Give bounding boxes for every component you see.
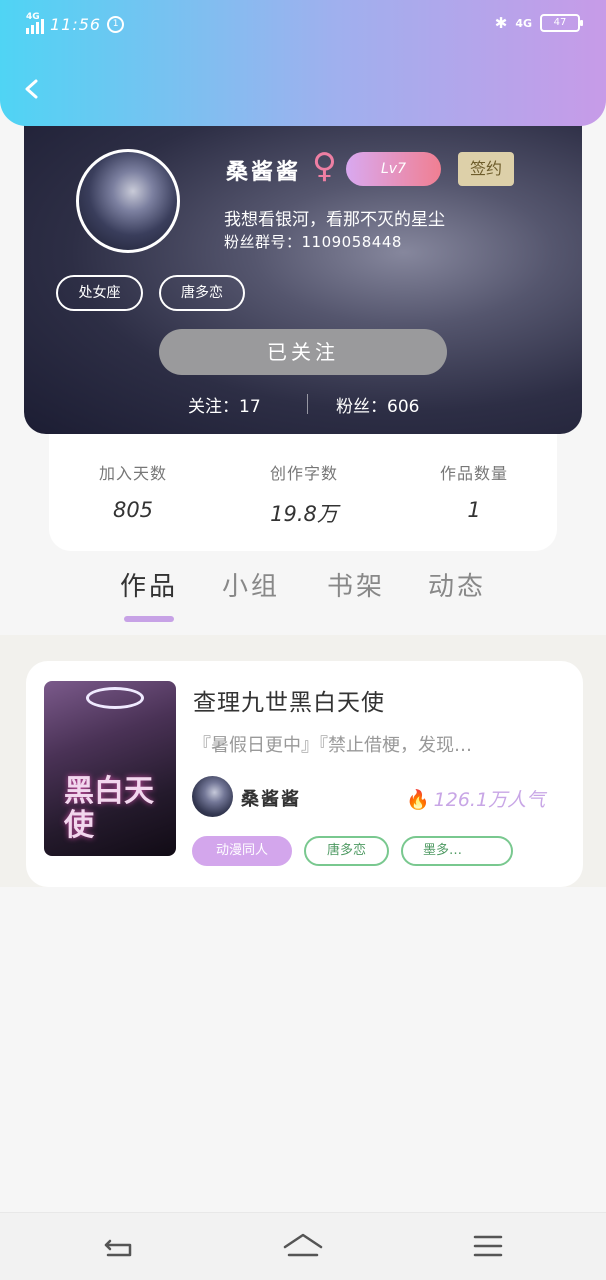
work-card[interactable]: 黑白天使 查理九世黑白天使 『暑假日更中』『禁止借梗，发现… 桑酱酱 🔥 126.… bbox=[26, 661, 583, 887]
battery-icon: 47 bbox=[540, 14, 583, 32]
stat-join-days: 加入天数 805 bbox=[63, 460, 203, 522]
status-left: 4G 11:56 1 bbox=[26, 12, 125, 34]
book-title[interactable]: 查理九世黑白天使 bbox=[193, 683, 385, 717]
popularity: 🔥 126.1万人气 bbox=[406, 785, 545, 812]
stat-word-count: 创作字数 19.8万 bbox=[234, 460, 374, 528]
status-right: ✱ 4G 47 bbox=[494, 14, 583, 32]
fans-count[interactable]: 粉丝：606 bbox=[336, 392, 419, 417]
tab-groups[interactable]: 小组 bbox=[222, 566, 280, 603]
fans-group-number: 粉丝群号：1109058448 bbox=[224, 233, 402, 251]
network-type-left: 4G bbox=[26, 12, 40, 22]
book-tag-ship-2[interactable]: 墨多… bbox=[401, 836, 513, 866]
level-badge: Lv7 bbox=[346, 152, 441, 186]
user-avatar[interactable] bbox=[76, 149, 180, 253]
stat-work-count: 作品数量 1 bbox=[404, 460, 544, 522]
book-tag-ship[interactable]: 唐多恋 bbox=[304, 836, 389, 866]
book-cover[interactable]: 黑白天使 bbox=[44, 681, 176, 856]
profile-tag-zodiac[interactable]: 处女座 bbox=[56, 275, 143, 311]
nav-home-icon[interactable] bbox=[281, 1227, 325, 1267]
signal-icon: 4G bbox=[26, 12, 44, 34]
tab-bookshelf[interactable]: 书架 bbox=[327, 566, 385, 603]
system-nav-bar bbox=[0, 1212, 606, 1280]
author-avatar[interactable] bbox=[192, 776, 233, 817]
stat-label: 作品数量 bbox=[439, 464, 508, 483]
signed-badge: 签约 bbox=[458, 152, 514, 186]
stat-value: 805 bbox=[112, 498, 154, 522]
female-icon: ♀ bbox=[312, 146, 337, 186]
profile-card: 桑酱酱 ♀ Lv7 签约 我想看银河，看那不灭的星尘 粉丝群号：11090584… bbox=[24, 104, 582, 434]
stat-label: 加入天数 bbox=[98, 464, 167, 483]
status-time: 11:56 bbox=[50, 14, 102, 34]
tab-works[interactable]: 作品 bbox=[120, 566, 178, 603]
bluetooth-icon: ✱ bbox=[494, 14, 508, 32]
following-count[interactable]: 关注：17 bbox=[188, 392, 261, 417]
stat-value: 1 bbox=[467, 498, 481, 522]
book-description: 『暑假日更中』『禁止借梗，发现… bbox=[193, 735, 472, 756]
status-bar: 4G 11:56 1 ✱ 4G 47 bbox=[0, 0, 606, 52]
app-header: 4G 11:56 1 ✱ 4G 47 bbox=[0, 0, 606, 126]
stat-value: 19.8万 bbox=[270, 502, 338, 526]
notification-badge: 1 bbox=[107, 15, 125, 33]
user-name: 桑酱酱 bbox=[226, 160, 302, 185]
cover-halo bbox=[86, 687, 144, 709]
user-motto: 我想看银河，看那不灭的星尘 bbox=[224, 210, 445, 230]
flame-icon: 🔥 bbox=[406, 789, 430, 811]
follow-button[interactable]: 已关注 bbox=[159, 329, 447, 375]
book-tag-category[interactable]: 动漫同人 bbox=[192, 836, 292, 866]
author-name[interactable]: 桑酱酱 bbox=[241, 785, 301, 811]
profile-tag-ship[interactable]: 唐多恋 bbox=[159, 275, 245, 311]
tab-activity[interactable]: 动态 bbox=[428, 566, 486, 603]
back-arrow-icon[interactable] bbox=[20, 74, 44, 104]
active-tab-indicator bbox=[124, 616, 174, 622]
nav-back-icon[interactable] bbox=[96, 1227, 140, 1267]
follow-counts: 关注：17 粉丝：606 bbox=[24, 392, 582, 418]
network-type-right: 4G bbox=[515, 16, 532, 30]
profile-tabs: 作品 小组 书架 动态 bbox=[0, 562, 606, 632]
cover-title-art: 黑白天使 bbox=[64, 774, 154, 843]
popularity-text: 126.1万人气 bbox=[433, 789, 546, 811]
nav-menu-icon[interactable] bbox=[466, 1227, 510, 1267]
stats-card: 加入天数 805 创作字数 19.8万 作品数量 1 bbox=[49, 420, 557, 551]
counts-divider bbox=[307, 394, 308, 414]
stat-label: 创作字数 bbox=[269, 464, 338, 483]
